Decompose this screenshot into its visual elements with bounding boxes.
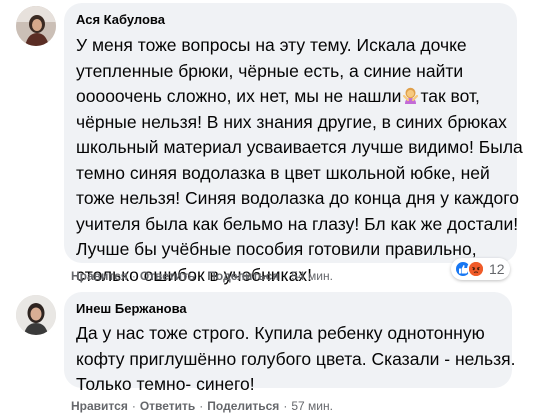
comment-text-line: темно синяя водолазка в цвет школьной юб… [76, 162, 490, 183]
comment-actions: Нравится · Ответить · Поделиться · 54 мин. [71, 268, 333, 284]
comment-text-line: чёрные нельзя! В них знания другие, в си… [76, 111, 507, 132]
separator: · [283, 269, 288, 283]
comment-timestamp[interactable]: 57 мин. [291, 399, 333, 413]
avatar[interactable] [16, 295, 56, 335]
comment-text-line: школьный материал усваивается лучше види… [76, 137, 523, 157]
angry-reaction-icon [467, 260, 485, 278]
comment-text-line: учителя была как бельмо на глазу! Бл как… [76, 213, 519, 234]
comment-text-line: тоже нельзя! Синяя водолазка до конца дн… [76, 188, 519, 208]
comment-text-fragment: так вот, [420, 86, 480, 106]
share-button[interactable]: Поделиться [207, 399, 279, 413]
comment-text-line: У меня тоже вопросы на эту тему. Искала … [76, 35, 467, 55]
comment-bubble: Ася Кабулова У меня тоже вопросы на эту … [64, 3, 523, 285]
separator: · [131, 269, 136, 283]
comment-author[interactable]: Ася Кабулова [76, 11, 505, 28]
reply-button[interactable]: Ответить [140, 269, 195, 283]
comment-text-line: Да у нас тоже строго. Купила ребенку одн… [76, 323, 485, 343]
separator: · [199, 269, 204, 283]
like-button[interactable]: Нравится [71, 269, 128, 283]
comment-text: Да у нас тоже строго. Купила ребенку одн… [76, 321, 516, 398]
comment-text-line: утепленные брюки, чёрные есть, а синие н… [76, 60, 464, 81]
comment-bubble: Инеш Бержанова Да у нас тоже строго. Куп… [64, 292, 515, 394]
comment-text-line: ооооочень сложно, их нет, мы не нашли так… [76, 84, 505, 110]
reply-button[interactable]: Ответить [140, 399, 195, 413]
comment-text-line: Только темно- синего! [76, 374, 255, 394]
comment-author[interactable]: Инеш Бержанова [76, 300, 500, 317]
reaction-count: 12 [489, 261, 505, 277]
comment-text-line: Лучше бы учёбные пособия готовили правил… [76, 239, 477, 259]
avatar[interactable] [16, 6, 56, 46]
woman-gesturing-no-emoji-icon [402, 86, 419, 104]
separator: · [131, 399, 136, 413]
comment-text-line: кофту приглушённо голубого цвета. Сказал… [76, 348, 516, 369]
comment-text-fragment: ооооочень сложно, их нет, мы не нашли [76, 86, 402, 106]
separator: · [199, 399, 204, 413]
share-button[interactable]: Поделиться [207, 269, 279, 283]
like-button[interactable]: Нравится [71, 399, 128, 413]
comment-text: У меня тоже вопросы на эту тему. Искала … [76, 33, 523, 288]
reactions-summary[interactable]: 12 [451, 258, 510, 280]
comment-actions: Нравится · Ответить · Поделиться · 57 мин. [71, 398, 333, 414]
separator: · [283, 399, 288, 413]
comment-timestamp[interactable]: 54 мин. [291, 269, 333, 283]
